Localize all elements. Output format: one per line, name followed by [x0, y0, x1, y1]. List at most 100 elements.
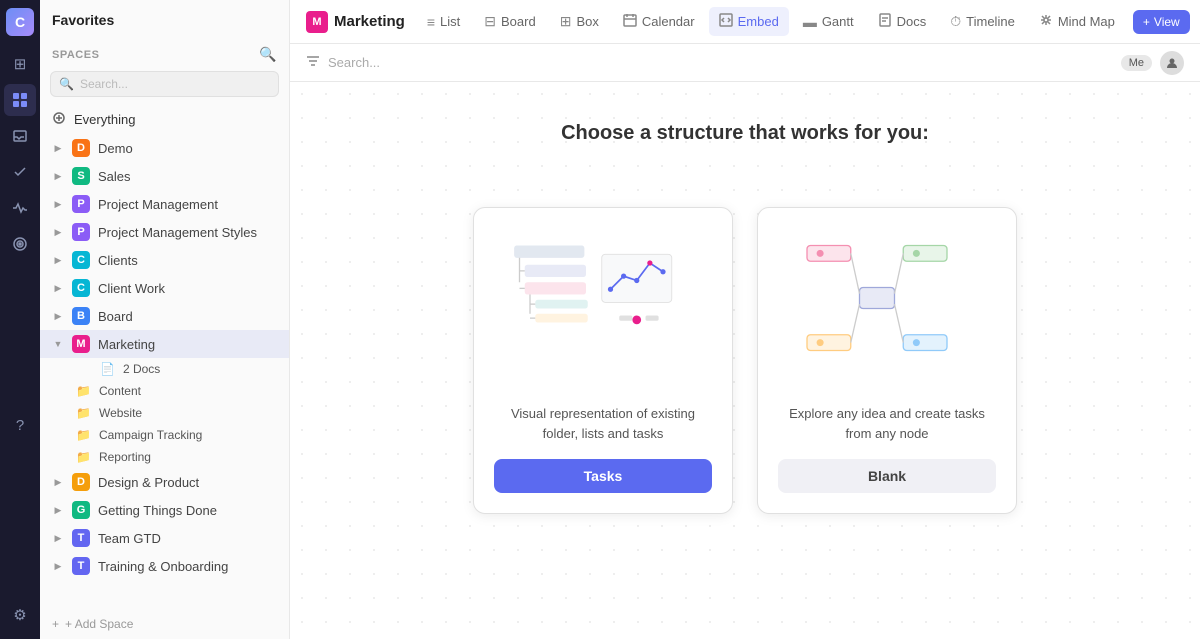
tab-timeline[interactable]: ⏱ Timeline [940, 7, 1025, 36]
sales-label: Sales [98, 169, 131, 184]
chevron-down-icon: ▼ [52, 338, 64, 350]
sidebar-item-clients[interactable]: ▶ C Clients [40, 246, 289, 274]
blank-card: Explore any idea and create tasks from a… [757, 207, 1017, 514]
help-icon[interactable]: ? [4, 410, 36, 442]
chevron-right-icon: ▶ [52, 282, 64, 294]
settings-icon2[interactable]: ⚙ [4, 599, 36, 631]
sidebar-item-project-management-styles[interactable]: ▶ P Project Management Styles [40, 218, 289, 246]
view-button[interactable]: + View [1133, 10, 1190, 34]
pulse-icon[interactable] [4, 192, 36, 224]
sidebar-item-demo[interactable]: ▶ D Demo [40, 134, 289, 162]
team-gtd-label: Team GTD [98, 531, 161, 546]
sidebar-header: Favorites [40, 0, 289, 36]
plus-icon: + [1143, 15, 1150, 29]
spaces-header: Spaces 🔍 [40, 36, 289, 67]
tab-box[interactable]: ⊞ Box [550, 7, 609, 36]
tab-mind-map-label: Mind Map [1058, 14, 1115, 29]
search-spaces-icon[interactable]: 🔍 [259, 46, 277, 63]
folder-icon: 📁 [76, 384, 91, 398]
tab-timeline-label: Timeline [966, 14, 1015, 29]
sidebar-item-training-onboarding[interactable]: ▶ T Training & Onboarding [40, 552, 289, 580]
search-icon: 🔍 [59, 77, 74, 91]
board-space-icon: B [72, 307, 90, 325]
sidebar-item-team-gtd[interactable]: ▶ T Team GTD [40, 524, 289, 552]
tab-docs[interactable]: Docs [868, 7, 937, 36]
list-icon: ≡ [427, 14, 435, 30]
chevron-right-icon: ▶ [52, 226, 64, 238]
client-work-space-icon: C [72, 279, 90, 297]
spaces-icon[interactable] [4, 84, 36, 116]
sidebar-sub-item-docs[interactable]: 📄 2 Docs [40, 358, 289, 380]
marketing-title: Marketing [334, 13, 405, 30]
gtd-label: Getting Things Done [98, 503, 217, 518]
check-tasks-icon[interactable] [4, 156, 36, 188]
inbox-icon[interactable] [4, 120, 36, 152]
add-space-button[interactable]: + + Add Space [40, 609, 289, 639]
tab-embed[interactable]: Embed [709, 7, 789, 36]
marketing-label: Marketing [98, 337, 155, 352]
filter-bar: Search... Me [290, 44, 1200, 82]
tasks-button[interactable]: Tasks [494, 459, 712, 493]
board-label: Board [98, 309, 133, 324]
everything-item[interactable]: Everything [40, 105, 289, 134]
sidebar-search[interactable]: 🔍 Search... [50, 71, 279, 97]
sidebar-item-project-management[interactable]: ▶ P Project Management [40, 190, 289, 218]
calendar-icon [623, 13, 637, 30]
training-label: Training & Onboarding [98, 559, 228, 574]
embed-icon [719, 13, 733, 30]
website-label: Website [99, 406, 142, 420]
sidebar-sub-item-campaign-tracking[interactable]: 📁 Campaign Tracking [40, 424, 289, 446]
docs-label: 2 Docs [123, 362, 160, 376]
me-badge[interactable]: Me [1121, 55, 1152, 71]
chevron-right-icon: ▶ [52, 170, 64, 182]
plus-icon: + [52, 617, 59, 631]
clients-space-icon: C [72, 251, 90, 269]
folder-icon: 📁 [76, 450, 91, 464]
top-bar-actions: + View [1133, 7, 1200, 37]
tab-gantt[interactable]: ▬ Gantt [793, 8, 864, 36]
goals-icon[interactable] [4, 228, 36, 260]
sidebar-sub-item-reporting[interactable]: 📁 Reporting [40, 446, 289, 468]
sidebar-sub-item-content[interactable]: 📁 Content [40, 380, 289, 402]
gtd-space-icon: G [72, 501, 90, 519]
chevron-right-icon: ▶ [52, 560, 64, 572]
docs-tab-icon [878, 13, 892, 30]
sales-space-icon: S [72, 167, 90, 185]
tab-mind-map[interactable]: Mind Map [1029, 7, 1125, 36]
cards-container: Visual representation of existing folder… [473, 207, 1017, 514]
space-title: M Marketing [306, 11, 405, 33]
tab-calendar[interactable]: Calendar [613, 7, 705, 36]
person-filter-icon [1166, 57, 1178, 69]
board-icon: ⊟ [484, 13, 496, 30]
chevron-right-icon: ▶ [52, 476, 64, 488]
folder-icon: 📁 [76, 428, 91, 442]
blank-button[interactable]: Blank [778, 459, 996, 493]
app-logo[interactable]: C [6, 8, 34, 36]
demo-space-icon: D [72, 139, 90, 157]
blank-illustration [787, 228, 987, 388]
box-icon: ⊞ [560, 13, 572, 30]
sidebar-item-sales[interactable]: ▶ S Sales [40, 162, 289, 190]
tab-list[interactable]: ≡ List [417, 8, 470, 36]
filter-person-icon[interactable] [1160, 51, 1184, 75]
sidebar-item-board[interactable]: ▶ B Board [40, 302, 289, 330]
tab-board[interactable]: ⊟ Board [474, 7, 545, 36]
chevron-right-icon: ▶ [52, 504, 64, 516]
mind-map-icon [1039, 13, 1053, 30]
pm-space-icon: P [72, 195, 90, 213]
sidebar-item-design-product[interactable]: ▶ D Design & Product [40, 468, 289, 496]
home-icon[interactable]: ⊞ [4, 48, 36, 80]
tasks-illustration [503, 228, 703, 388]
reporting-label: Reporting [99, 450, 151, 464]
filter-icon[interactable] [306, 54, 320, 71]
sidebar-sub-item-website[interactable]: 📁 Website [40, 402, 289, 424]
tab-embed-label: Embed [738, 14, 779, 29]
marketing-space-icon: M [72, 335, 90, 353]
folder-icon: 📁 [76, 406, 91, 420]
blank-description: Explore any idea and create tasks from a… [778, 404, 996, 443]
chevron-right-icon: ▶ [52, 310, 64, 322]
tab-calendar-label: Calendar [642, 14, 695, 29]
sidebar-item-client-work[interactable]: ▶ C Client Work [40, 274, 289, 302]
sidebar-item-marketing[interactable]: ▼ M Marketing [40, 330, 289, 358]
sidebar-item-getting-things-done[interactable]: ▶ G Getting Things Done [40, 496, 289, 524]
